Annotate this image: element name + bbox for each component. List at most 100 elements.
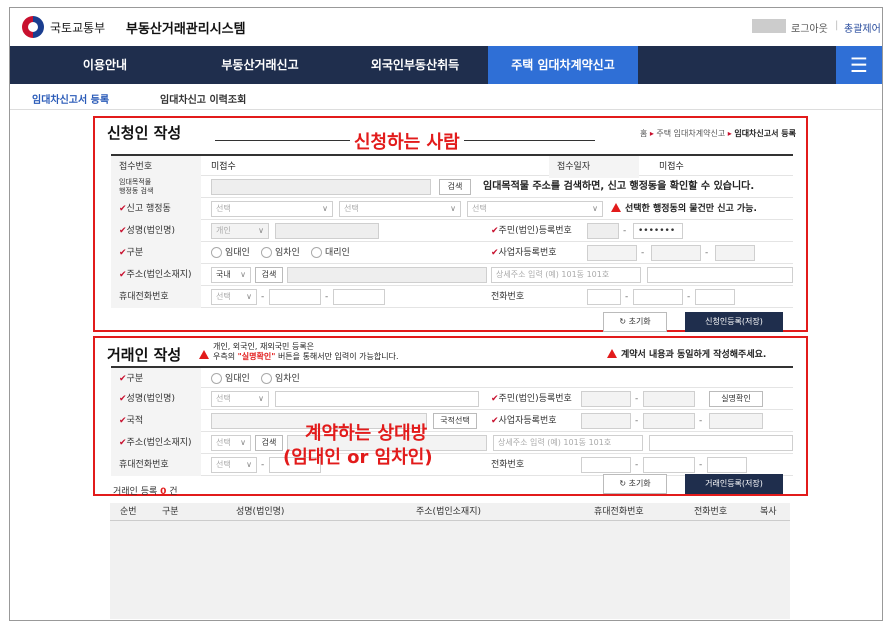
bizno-label-text: 사업자등록번호: [498, 248, 557, 258]
radio-lessee[interactable]: [261, 247, 272, 258]
logout-link[interactable]: 로그아웃: [791, 20, 828, 35]
receipt-row: 접수번호 미접수 접수일자 미접수: [111, 154, 793, 178]
radio-lessor[interactable]: [211, 247, 222, 258]
cp-address-extra-input[interactable]: [649, 435, 793, 451]
name-row: ✔성명(법인명) 개인 ✔주민(법인)등록번호 - •••••••: [111, 220, 793, 242]
col-no: 순번: [120, 507, 137, 517]
tab-lease-history[interactable]: 임대차신고 이력조회: [160, 91, 246, 106]
bizno-input-1[interactable]: [587, 245, 637, 261]
bizno-dash-1: -: [641, 248, 645, 258]
mobile-prefix-select[interactable]: 선택: [211, 289, 257, 305]
required-mark: ✔: [491, 226, 499, 236]
cp-domestic-select[interactable]: 선택: [211, 435, 251, 451]
mobile-input-1[interactable]: [269, 289, 321, 305]
cp-bizno-label-text: 사업자등록번호: [498, 416, 557, 426]
cp-rrn-back-input[interactable]: [643, 391, 695, 407]
counterparty-reset-label: 초기화: [628, 479, 651, 488]
address-search-input[interactable]: [211, 179, 431, 195]
cp-address-label-text: 주소(법인소재지): [126, 438, 192, 448]
cp-bizno-input-3[interactable]: [709, 413, 763, 429]
address-search-button[interactable]: 검색: [439, 179, 471, 195]
breadcrumb-mid[interactable]: 주택 임대차계약신고: [656, 129, 725, 138]
user-name-masked: [752, 19, 786, 33]
domestic-select[interactable]: 국내: [211, 267, 251, 283]
col-type: 구분: [162, 507, 179, 517]
cp-bizno-dash-2: -: [699, 416, 703, 426]
admin-dong-row: ✔신고 행정동 선택 선택 선택 선택한 행정동의 물건만 신고 가능.: [111, 198, 793, 220]
radio-agent[interactable]: [311, 247, 322, 258]
nationality-select-button[interactable]: 국적선택: [433, 413, 477, 429]
cp-mobile-prefix-select[interactable]: 선택: [211, 457, 257, 473]
warning-icon: [607, 349, 617, 358]
applicant-save-button[interactable]: 신청인등록(저장): [685, 312, 783, 332]
nav-item-foreigner-acquisition[interactable]: 외국인부동산취득: [345, 46, 485, 84]
phone-label: 전화번호: [491, 292, 525, 302]
cp-bizno-input-1[interactable]: [581, 413, 631, 429]
receipt-no-label: 접수번호: [111, 156, 201, 178]
search-label-line2: 행정동 검색: [119, 187, 154, 195]
address-extra-input[interactable]: [647, 267, 793, 283]
cp-radio-lessor[interactable]: [211, 373, 222, 384]
rrn-back-input[interactable]: •••••••: [633, 223, 683, 239]
notice-line2-pre: 우측의: [213, 352, 238, 361]
applicant-annotation: 신청하는 사람: [350, 128, 464, 154]
admin-dong-label: ✔신고 행정동: [111, 198, 201, 220]
bizno-input-2[interactable]: [651, 245, 701, 261]
sido-select[interactable]: 선택: [211, 201, 333, 217]
count-post: 건: [166, 487, 178, 497]
dong-select[interactable]: 선택: [467, 201, 603, 217]
applicant-reset-button[interactable]: ↻ 초기화: [603, 312, 667, 332]
counterparty-section-title: 거래인 작성: [107, 346, 182, 364]
hamburger-icon[interactable]: ☰: [836, 46, 882, 84]
cp-rrn-front-input[interactable]: [581, 391, 631, 407]
warning-icon: [199, 350, 209, 359]
address-detail-input[interactable]: 상세주소 입력 (예) 101동 101호: [491, 267, 641, 283]
count-pre: 거래인 등록: [113, 487, 161, 497]
cp-bizno-dash-1: -: [635, 416, 639, 426]
cp-bizno-label: ✔사업자등록번호: [483, 410, 573, 432]
cp-phone-input-1[interactable]: [581, 457, 631, 473]
person-type-select[interactable]: 개인: [211, 223, 269, 239]
cp-address-detail-input[interactable]: 상세주소 입력 (예) 101동 101호: [493, 435, 643, 451]
notice-line2: 우측의 "실명확인" 버튼을 통해서만 입력이 가능합니다.: [213, 352, 399, 362]
realname-check-button[interactable]: 실명확인: [709, 391, 763, 407]
mobile-input-2[interactable]: [333, 289, 385, 305]
tab-lease-register[interactable]: 임대차신고서 등록: [32, 91, 109, 106]
cp-address-label: ✔주소(법인소재지): [111, 432, 201, 454]
government-logo-icon[interactable]: [22, 16, 44, 38]
dong-warning: 선택한 행정동의 물건만 신고 가능.: [611, 198, 757, 220]
nav-item-guide[interactable]: 이용안내: [50, 46, 160, 84]
address-search-button-2[interactable]: 검색: [255, 267, 283, 283]
counterparty-save-button[interactable]: 거래인등록(저장): [685, 474, 783, 494]
cp-phone-input-2[interactable]: [643, 457, 695, 473]
counterparty-reset-button[interactable]: ↻ 초기화: [603, 474, 667, 494]
phone-input-2[interactable]: [633, 289, 683, 305]
breadcrumb-home[interactable]: 홈: [640, 129, 647, 138]
cp-person-type-select[interactable]: 선택: [211, 391, 269, 407]
cp-phone-input-3[interactable]: [707, 457, 747, 473]
cp-radio-lessee[interactable]: [261, 373, 272, 384]
system-title[interactable]: 부동산거래관리시스템: [126, 18, 246, 37]
cp-name-input[interactable]: [275, 391, 479, 407]
name-input[interactable]: [275, 223, 379, 239]
cp-bizno-input-2[interactable]: [643, 413, 695, 429]
cp-name-label-text: 성명(법인명): [126, 394, 175, 404]
phone-input-3[interactable]: [695, 289, 735, 305]
browser-frame: 국토교통부 부동산거래관리시스템 로그아웃 | 총괄제어 이용안내 부동산거래신…: [9, 7, 883, 621]
phone-dash-1: -: [625, 292, 629, 302]
nav-item-lease-report[interactable]: 주택 임대차계약신고: [488, 46, 638, 84]
receipt-date-label: 접수일자: [549, 156, 639, 178]
phone-dash-2: -: [687, 292, 691, 302]
search-label-line1: 임대목적물: [119, 178, 152, 186]
notice-line2-post: 버튼을 통해서만 입력이 가능합니다.: [275, 352, 399, 361]
required-mark: ✔: [119, 416, 127, 426]
phone-input-1[interactable]: [587, 289, 621, 305]
sitemap-link[interactable]: 총괄제어: [844, 20, 881, 35]
counterparty-notice: 개인, 외국인, 재외국민 등록은 우측의 "실명확인" 버튼을 통해서만 입력…: [213, 342, 399, 362]
col-copy: 복사: [760, 507, 777, 517]
rrn-front-input[interactable]: [587, 223, 619, 239]
address-input[interactable]: [287, 267, 487, 283]
nav-item-realestate-report[interactable]: 부동산거래신고: [200, 46, 320, 84]
sigungu-select[interactable]: 선택: [339, 201, 461, 217]
bizno-input-3[interactable]: [715, 245, 755, 261]
